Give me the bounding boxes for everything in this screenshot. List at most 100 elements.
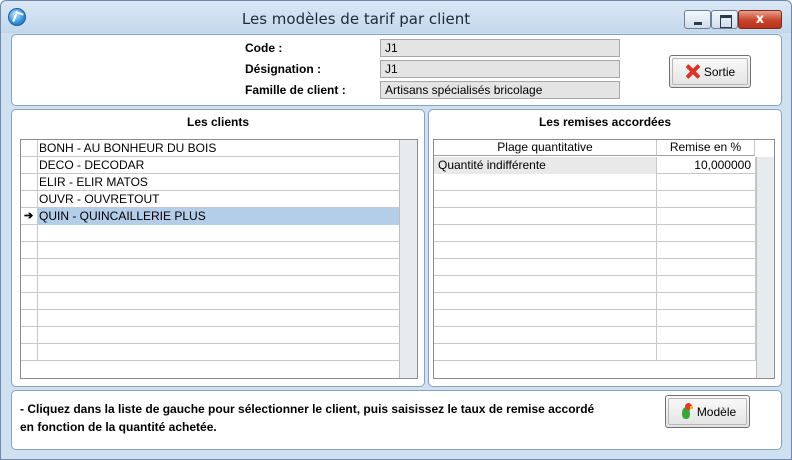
- client-row[interactable]: OUVR - OUVRETOUT: [21, 191, 399, 208]
- remise-cell[interactable]: [657, 191, 756, 208]
- remise-row[interactable]: [434, 344, 756, 361]
- remises-table[interactable]: Plage quantitative Remise en % Quantité …: [433, 139, 775, 379]
- model-info-panel: Code : J1 Désignation : J1 Famille de cl…: [11, 34, 782, 106]
- sortie-label: Sortie: [703, 64, 736, 79]
- instruction-text: - Cliquez dans la liste de gauche pour s…: [20, 400, 640, 436]
- client-name: BONH - AU BONHEUR DU BOIS: [39, 141, 217, 155]
- client-row[interactable]: [21, 327, 399, 344]
- plage-cell[interactable]: [434, 242, 657, 259]
- modele-button[interactable]: Modèle: [665, 395, 750, 428]
- client-name: QUIN - QUINCAILLERIE PLUS: [38, 208, 399, 225]
- row-indicator: [21, 157, 38, 174]
- plage-cell[interactable]: [434, 259, 657, 276]
- remise-row[interactable]: [434, 225, 756, 242]
- remise-cell[interactable]: [657, 344, 756, 361]
- famille-label: Famille de client :: [245, 83, 346, 97]
- row-indicator: [21, 242, 38, 259]
- client-name: [38, 327, 399, 344]
- close-icon: x: [755, 12, 765, 27]
- plage-cell[interactable]: [434, 310, 657, 327]
- remise-row[interactable]: [434, 293, 756, 310]
- client-name: [38, 225, 399, 242]
- row-indicator: [21, 310, 38, 327]
- client-row[interactable]: [21, 344, 399, 361]
- plage-cell[interactable]: [434, 276, 657, 293]
- title-bar[interactable]: Les modèles de tarif par client x: [1, 1, 791, 33]
- instructions-panel: - Cliquez dans la liste de gauche pour s…: [11, 390, 782, 450]
- client-row[interactable]: DECO - DECODAR: [21, 157, 399, 174]
- client-row[interactable]: BONH - AU BONHEUR DU BOIS: [21, 140, 399, 157]
- famille-field: Artisans spécialisés bricolage: [380, 81, 620, 99]
- client-row[interactable]: [21, 225, 399, 242]
- remise-cell[interactable]: [657, 276, 756, 293]
- client-row[interactable]: [21, 310, 399, 327]
- remise-row[interactable]: [434, 276, 756, 293]
- plage-cell[interactable]: Quantité indifférente: [434, 157, 657, 174]
- plage-cell[interactable]: [434, 174, 657, 191]
- designation-label: Désignation :: [245, 62, 322, 76]
- remise-cell[interactable]: [657, 293, 756, 310]
- row-indicator: [21, 293, 38, 310]
- row-indicator: [21, 344, 38, 361]
- client-row[interactable]: [21, 259, 399, 276]
- instruction-line-1: - Cliquez dans la liste de gauche pour s…: [20, 402, 595, 416]
- remise-cell[interactable]: 10,000000: [657, 157, 756, 174]
- client-name: ELIR - ELIR MATOS: [39, 175, 148, 189]
- remises-panel: Les remises accordées Plage quantitative…: [428, 109, 782, 387]
- remise-cell[interactable]: [657, 259, 756, 276]
- client-name: OUVR - OUVRETOUT: [39, 192, 160, 206]
- remise-cell[interactable]: [657, 208, 756, 225]
- client-name: [38, 293, 399, 310]
- plage-cell[interactable]: [434, 344, 657, 361]
- remise-cell[interactable]: [657, 225, 756, 242]
- remise-row[interactable]: [434, 191, 756, 208]
- row-indicator: ➔: [21, 208, 38, 225]
- sortie-button[interactable]: Sortie: [669, 55, 751, 88]
- remise-row[interactable]: [434, 174, 756, 191]
- remise-cell[interactable]: [657, 242, 756, 259]
- minimize-button[interactable]: [684, 10, 711, 29]
- close-window-button[interactable]: x: [738, 10, 782, 29]
- plage-cell[interactable]: [434, 327, 657, 344]
- code-label: Code :: [245, 41, 283, 55]
- clients-list[interactable]: BONH - AU BONHEUR DU BOIS DECO - DECODAR E…: [20, 139, 418, 379]
- row-indicator: [21, 327, 38, 344]
- window-title: Les modèles de tarif par client: [241, 10, 471, 28]
- remise-row[interactable]: Quantité indifférente 10,000000: [434, 157, 756, 174]
- plage-cell[interactable]: [434, 293, 657, 310]
- remise-row[interactable]: [434, 327, 756, 344]
- plage-cell[interactable]: [434, 191, 657, 208]
- client-name: [38, 310, 399, 327]
- client-name: [38, 344, 399, 361]
- maximize-button[interactable]: [711, 10, 738, 29]
- client-row[interactable]: [21, 293, 399, 310]
- remises-scrollbar[interactable]: [756, 157, 774, 378]
- main-window: Les modèles de tarif par client x Code :…: [0, 0, 792, 460]
- red-x-icon: [685, 64, 700, 79]
- client-row[interactable]: [21, 242, 399, 259]
- client-name: [38, 276, 399, 293]
- remise-row[interactable]: [434, 259, 756, 276]
- designation-field: J1: [380, 60, 620, 78]
- row-indicator: [21, 225, 38, 242]
- client-row[interactable]: ELIR - ELIR MATOS: [21, 174, 399, 191]
- client-row[interactable]: [21, 276, 399, 293]
- current-row-arrow-icon: ➔: [24, 210, 34, 222]
- clients-scrollbar[interactable]: [399, 140, 417, 378]
- client-row[interactable]: ➔ QUIN - QUINCAILLERIE PLUS: [21, 208, 399, 225]
- code-field: J1: [380, 39, 620, 57]
- client-name: [38, 242, 399, 259]
- column-header-plage[interactable]: Plage quantitative: [434, 140, 657, 156]
- remise-cell[interactable]: [657, 174, 756, 191]
- plage-cell[interactable]: [434, 225, 657, 242]
- remise-cell[interactable]: [657, 310, 756, 327]
- remise-row[interactable]: [434, 208, 756, 225]
- plage-cell[interactable]: [434, 208, 657, 225]
- row-indicator: [21, 140, 38, 157]
- column-header-remise[interactable]: Remise en %: [657, 140, 755, 156]
- remise-row[interactable]: [434, 310, 756, 327]
- client-name: DECO - DECODAR: [39, 158, 145, 172]
- modele-label: Modèle: [696, 404, 737, 419]
- remise-row[interactable]: [434, 242, 756, 259]
- remise-cell[interactable]: [657, 327, 756, 344]
